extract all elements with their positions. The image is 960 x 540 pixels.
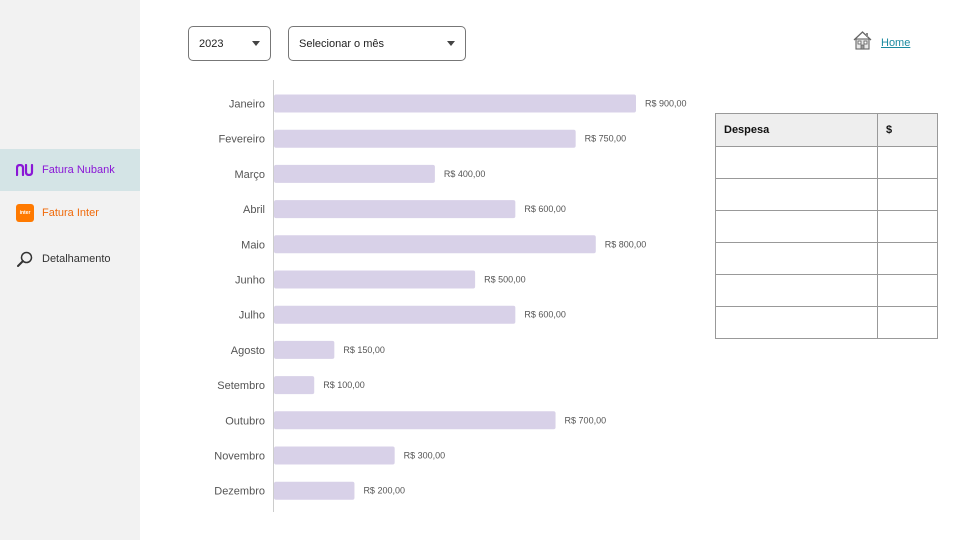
bar-data-label: R$ 100,00 — [323, 380, 365, 390]
app-page: Fatura Nubank inter Fatura Inter Detalha… — [0, 0, 960, 540]
bar-data-label: R$ 900,00 — [645, 99, 687, 109]
sidebar-item-fatura-nubank[interactable]: Fatura Nubank — [0, 149, 140, 191]
category-tick-label: Agosto — [231, 345, 265, 357]
category-tick-label: Julho — [239, 310, 265, 322]
table-cell-valor — [877, 274, 938, 307]
category-tick-label: Março — [234, 169, 265, 181]
category-tick-label: Dezembro — [214, 486, 265, 498]
table-cell-despesa — [715, 210, 878, 243]
bar-data-label: R$ 400,00 — [444, 169, 486, 179]
bar-data-label: R$ 600,00 — [524, 204, 566, 214]
bar — [274, 411, 556, 430]
home-nav[interactable]: Home — [852, 30, 910, 56]
bar — [274, 235, 596, 254]
bar — [274, 200, 516, 219]
bar — [274, 340, 335, 359]
table-row — [715, 306, 938, 339]
year-select[interactable]: 2023 — [188, 26, 271, 61]
table-row — [715, 242, 938, 275]
table-row — [715, 274, 938, 307]
table-cell-despesa — [715, 242, 878, 275]
month-select[interactable]: Selecionar o mês — [288, 26, 466, 61]
nubank-logo-icon — [16, 161, 34, 179]
table-cell-despesa — [715, 146, 878, 179]
column-header-despesa: Despesa — [715, 113, 878, 147]
year-select-value: 2023 — [199, 37, 224, 50]
bar-data-label: R$ 200,00 — [363, 486, 405, 496]
table-cell-valor — [877, 178, 938, 211]
sidebar: Fatura Nubank inter Fatura Inter Detalha… — [0, 0, 140, 540]
chevron-down-icon — [252, 41, 260, 46]
category-tick-label: Junho — [235, 275, 265, 287]
house-icon — [852, 30, 873, 56]
bar — [274, 129, 576, 148]
bar — [274, 270, 476, 289]
month-select-value: Selecionar o mês — [299, 37, 384, 50]
bar-data-label: R$ 600,00 — [524, 310, 566, 320]
bar-data-label: R$ 700,00 — [565, 415, 607, 425]
sidebar-item-detalhamento[interactable]: Detalhamento — [0, 240, 140, 278]
bar — [274, 305, 516, 324]
table-cell-despesa — [715, 274, 878, 307]
table-row — [715, 178, 938, 211]
category-tick-label: Abril — [243, 204, 265, 216]
table-row — [715, 210, 938, 243]
sidebar-item-label: Detalhamento — [42, 253, 111, 265]
bar-data-label: R$ 150,00 — [343, 345, 385, 355]
expense-table: Despesa $ — [715, 113, 938, 339]
table-cell-despesa — [715, 178, 878, 211]
bar — [274, 376, 315, 395]
category-tick-label: Maio — [241, 239, 265, 251]
bar-data-label: R$ 500,00 — [484, 275, 526, 285]
table-cell-valor — [877, 306, 938, 339]
category-tick-label: Fevereiro — [219, 134, 265, 146]
bar — [274, 481, 355, 500]
magnifier-icon — [16, 250, 34, 268]
table-cell-despesa — [715, 306, 878, 339]
inter-badge-text: inter — [16, 204, 34, 222]
bar-data-label: R$ 300,00 — [404, 451, 446, 461]
monthly-expense-bar-chart: Janeiro R$ 900,00 Fevereiro R$ 750,00 Março R… — [214, 80, 687, 512]
bar — [274, 94, 636, 113]
table-cell-valor — [877, 210, 938, 243]
bar-data-label: R$ 800,00 — [605, 239, 647, 249]
bar — [274, 446, 395, 465]
bar — [274, 164, 435, 183]
category-tick-label: Outubro — [225, 415, 265, 427]
sidebar-item-fatura-inter[interactable]: inter Fatura Inter — [0, 194, 140, 232]
category-tick-label: Setembro — [217, 380, 265, 392]
sidebar-item-label: Fatura Inter — [42, 207, 99, 219]
inter-logo-icon: inter — [16, 204, 34, 222]
table-header-row: Despesa $ — [715, 113, 938, 147]
home-link[interactable]: Home — [881, 37, 910, 49]
table-row — [715, 146, 938, 179]
chevron-down-icon — [447, 41, 455, 46]
category-tick-label: Janeiro — [229, 99, 265, 111]
table-cell-valor — [877, 242, 938, 275]
category-tick-label: Novembro — [214, 451, 265, 463]
column-header-valor: $ — [877, 113, 938, 147]
table-cell-valor — [877, 146, 938, 179]
bar-data-label: R$ 750,00 — [585, 134, 627, 144]
sidebar-item-label: Fatura Nubank — [42, 164, 115, 176]
